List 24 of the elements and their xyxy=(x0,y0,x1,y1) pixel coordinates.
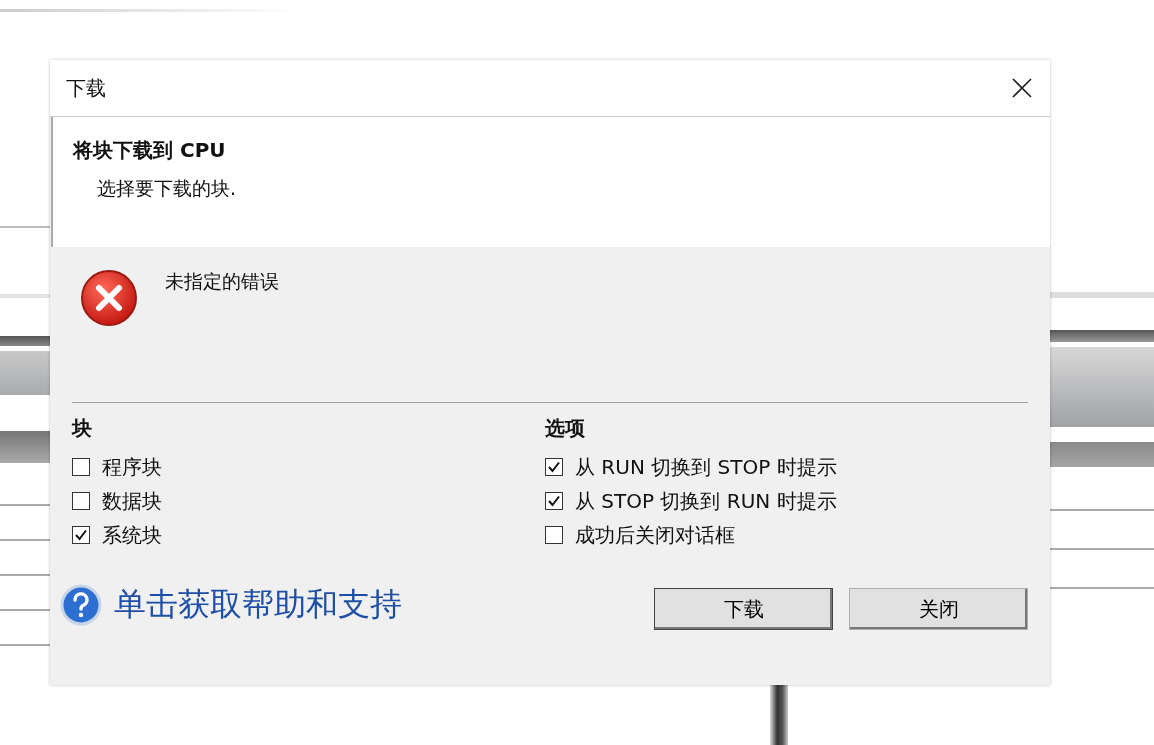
error-message: 未指定的错误 xyxy=(165,269,279,294)
window-title: 下载 xyxy=(66,74,106,102)
checkbox-label: 从 STOP 切换到 RUN 时提示 xyxy=(575,487,837,515)
header-subtitle: 选择要下载的块. xyxy=(97,176,238,201)
checkbox-label: 成功后关闭对话框 xyxy=(575,521,735,549)
close-icon[interactable] xyxy=(1012,78,1032,98)
dialog-button[interactable]: 下载 xyxy=(654,588,833,630)
checkbox-label: 程序块 xyxy=(102,453,162,481)
checkbox[interactable] xyxy=(72,526,90,544)
checkbox-label: 数据块 xyxy=(102,487,162,515)
error-icon xyxy=(80,269,138,327)
help-link[interactable]: 单击获取帮助和支持 xyxy=(114,583,402,627)
checkbox-label: 系统块 xyxy=(102,521,162,549)
checkbox-label: 从 RUN 切换到 STOP 时提示 xyxy=(575,453,837,481)
dialog-button[interactable]: 关闭 xyxy=(849,588,1028,630)
checkbox[interactable] xyxy=(545,492,563,510)
checkbox[interactable] xyxy=(545,458,563,476)
checkbox[interactable] xyxy=(72,492,90,510)
checkbox[interactable] xyxy=(72,458,90,476)
header-title: 将块下载到 CPU xyxy=(73,137,227,164)
group-title: 块 xyxy=(72,415,93,442)
checkbox[interactable] xyxy=(545,526,563,544)
group-title: 选项 xyxy=(545,415,586,442)
help-icon[interactable] xyxy=(60,584,102,626)
